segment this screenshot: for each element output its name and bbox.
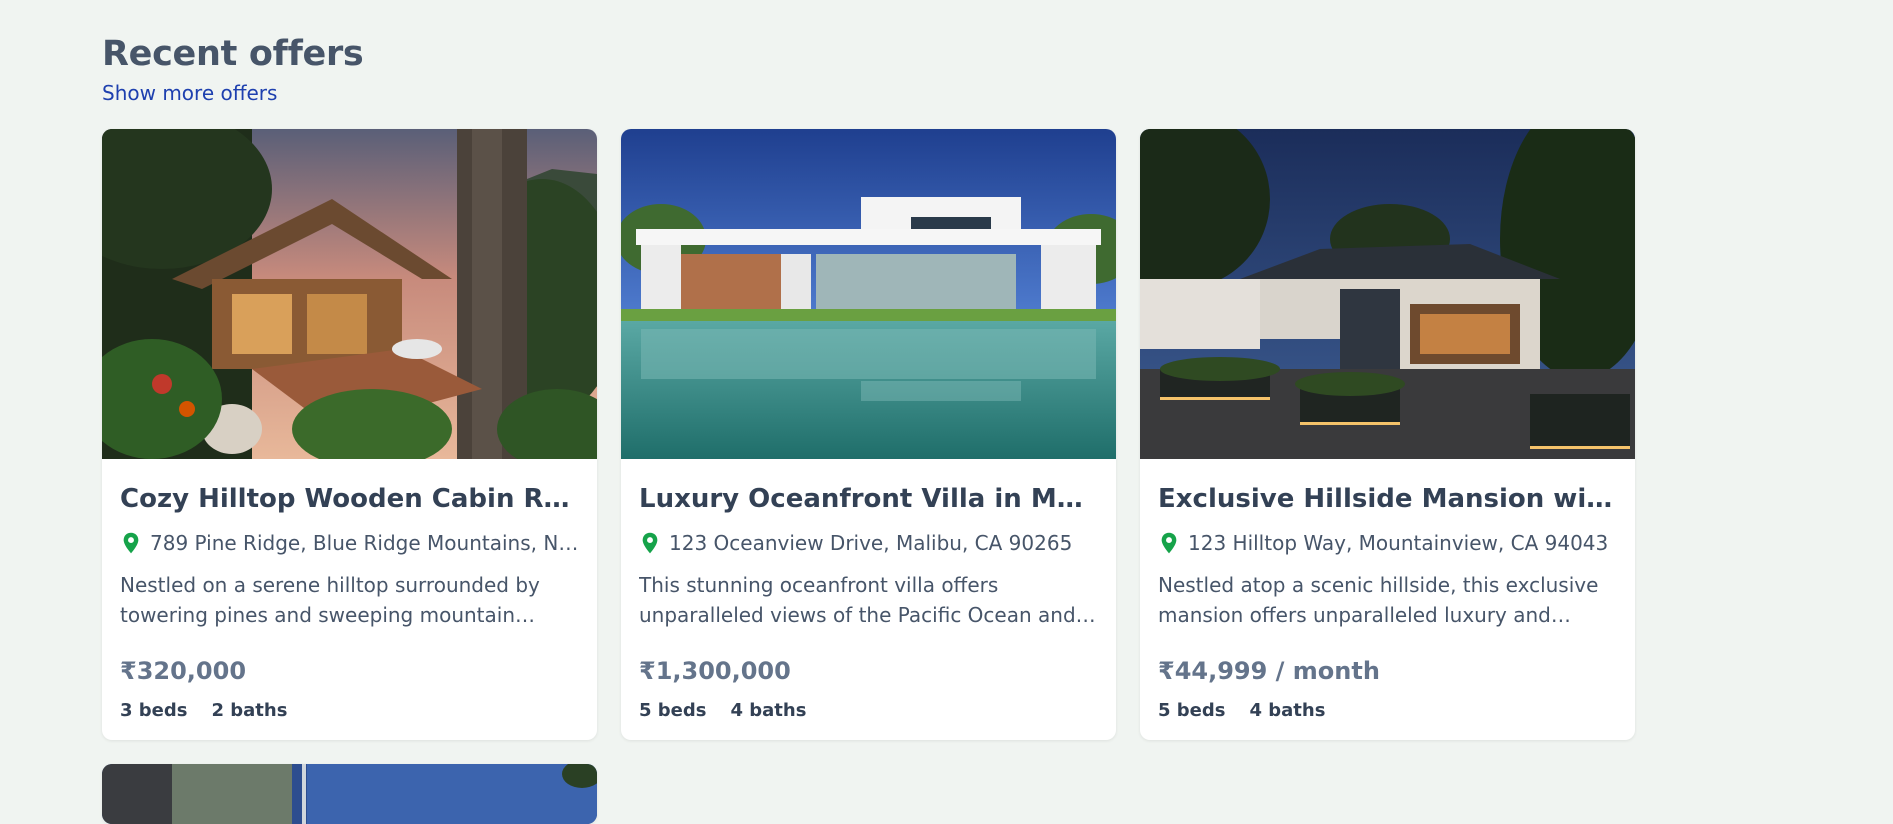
- offer-image-partial: [102, 764, 597, 824]
- offer-card-villa[interactable]: Luxury Oceanfront Villa in Malibu 123 Oc…: [621, 129, 1116, 740]
- beds-count: 3 beds: [120, 700, 188, 721]
- map-pin-icon: [1161, 532, 1177, 554]
- recent-offers-section: Recent offers Show more offers Cozy Hill…: [102, 0, 1702, 824]
- offer-card-partial[interactable]: [102, 764, 597, 824]
- offer-card-mansion[interactable]: Exclusive Hillside Mansion with Breathta…: [1140, 129, 1635, 740]
- offer-specs: 3 beds 2 baths: [120, 700, 579, 722]
- section-title: Recent offers: [102, 34, 364, 74]
- offer-address: 123 Oceanview Drive, Malibu, CA 90265: [639, 530, 1098, 556]
- offer-title: Cozy Hilltop Wooden Cabin Retreat: [120, 484, 579, 514]
- offers-grid: Cozy Hilltop Wooden Cabin Retreat 789 Pi…: [102, 129, 1635, 824]
- offer-image-mansion: [1140, 129, 1635, 459]
- offer-details: Luxury Oceanfront Villa in Malibu 123 Oc…: [621, 459, 1116, 740]
- offer-title: Exclusive Hillside Mansion with Breathta…: [1158, 484, 1617, 514]
- offer-image-cabin: [102, 129, 597, 459]
- address-text: 789 Pine Ridge, Blue Ridge Mountains, NC…: [150, 531, 579, 555]
- offer-description: This stunning oceanfront villa offers un…: [639, 573, 1098, 627]
- offer-description: Nestled atop a scenic hillside, this exc…: [1158, 573, 1599, 627]
- offer-price: ₹1,300,000: [639, 657, 791, 685]
- offer-title: Luxury Oceanfront Villa in Malibu: [639, 484, 1098, 514]
- offer-price: ₹320,000: [120, 657, 247, 685]
- offer-specs: 5 beds 4 baths: [639, 700, 1098, 722]
- beds-count: 5 beds: [639, 700, 707, 721]
- offer-specs: 5 beds 4 baths: [1158, 700, 1617, 722]
- offer-details: Cozy Hilltop Wooden Cabin Retreat 789 Pi…: [102, 459, 597, 740]
- offer-details: Exclusive Hillside Mansion with Breathta…: [1140, 459, 1635, 740]
- offer-price: ₹44,999 / month: [1158, 657, 1380, 685]
- baths-count: 4 baths: [730, 700, 807, 721]
- offer-card-cabin[interactable]: Cozy Hilltop Wooden Cabin Retreat 789 Pi…: [102, 129, 597, 740]
- show-more-offers-link[interactable]: Show more offers: [102, 80, 277, 106]
- map-pin-icon: [642, 532, 658, 554]
- offer-address: 123 Hilltop Way, Mountainview, CA 94043: [1158, 530, 1617, 556]
- offer-image-villa: [621, 129, 1116, 459]
- address-text: 123 Hilltop Way, Mountainview, CA 94043: [1188, 531, 1609, 555]
- beds-count: 5 beds: [1158, 700, 1226, 721]
- baths-count: 4 baths: [1249, 700, 1326, 721]
- offer-description: Nestled on a serene hilltop surrounded b…: [120, 573, 540, 627]
- baths-count: 2 baths: [211, 700, 288, 721]
- address-text: 123 Oceanview Drive, Malibu, CA 90265: [669, 531, 1073, 555]
- offer-address: 789 Pine Ridge, Blue Ridge Mountains, NC…: [120, 530, 579, 556]
- map-pin-icon: [123, 532, 139, 554]
